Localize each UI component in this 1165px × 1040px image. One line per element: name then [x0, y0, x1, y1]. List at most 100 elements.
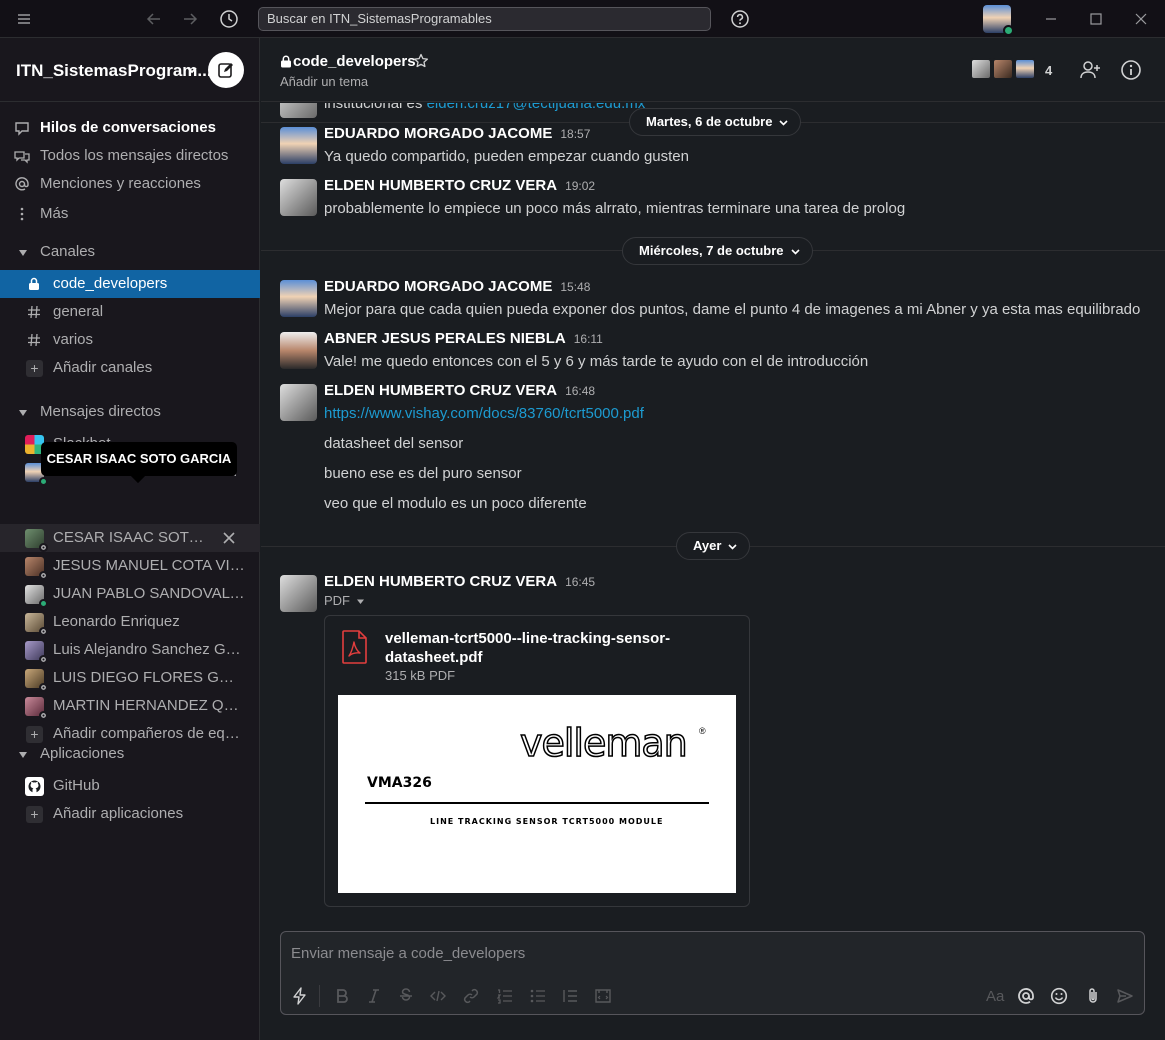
- channel-general[interactable]: general: [0, 298, 260, 326]
- avatar[interactable]: [280, 332, 317, 369]
- avatar[interactable]: [280, 179, 317, 216]
- dm-luis-alejandro[interactable]: Luis Alejandro Sanchez Gallardo: [0, 636, 260, 664]
- file-preview[interactable]: velleman ® VMA326 LINE TRACKING SENSOR T…: [338, 695, 736, 893]
- italic-icon[interactable]: [365, 987, 383, 1005]
- workspace-name[interactable]: ITN_SistemasProgram...: [16, 61, 212, 81]
- message-sender[interactable]: ELDEN HUMBERTO CRUZ VERA 16:45: [324, 573, 595, 590]
- message-link[interactable]: https://www.vishay.com/docs/83760/tcrt50…: [324, 405, 644, 422]
- forward-arrow-icon[interactable]: [180, 9, 200, 29]
- avatar[interactable]: [280, 575, 317, 612]
- dm-section-header[interactable]: Mensajes directos: [0, 398, 260, 426]
- dm-jesus[interactable]: JESUS MANUEL COTA VILLA: [0, 552, 260, 580]
- nav-mentions[interactable]: Menciones y reacciones: [0, 170, 260, 198]
- avatar[interactable]: [280, 103, 317, 118]
- code-icon[interactable]: [429, 987, 447, 1005]
- bold-icon[interactable]: [333, 987, 351, 1005]
- chevron-down-icon[interactable]: [186, 64, 198, 76]
- message-sender[interactable]: ABNER JESUS PERALES NIEBLA 16:11: [324, 330, 603, 347]
- dm-juan-pablo[interactable]: JUAN PABLO SANDOVAL ROJAS: [0, 580, 260, 608]
- close-icon[interactable]: [222, 531, 236, 545]
- lightning-icon[interactable]: [291, 987, 309, 1005]
- add-channels-button[interactable]: + Añadir canales: [0, 354, 260, 382]
- message-time[interactable]: 16:11: [574, 332, 603, 346]
- dm-martin[interactable]: MARTIN HERNANDEZ QUINTERO: [0, 692, 260, 720]
- message-sender[interactable]: EDUARDO MORGADO JACOME 18:57: [324, 125, 590, 142]
- member-count[interactable]: 4: [1045, 63, 1052, 78]
- avatar[interactable]: [280, 127, 317, 164]
- info-icon[interactable]: [1120, 59, 1142, 81]
- file-type-label: PDF: [324, 593, 350, 608]
- date-pill[interactable]: Miércoles, 7 de octubre: [622, 237, 813, 265]
- sender-name[interactable]: EDUARDO MORGADO JACOME: [324, 278, 552, 295]
- member-avatar[interactable]: [992, 58, 1014, 80]
- workspace-header[interactable]: ITN_SistemasProgram...: [0, 38, 260, 102]
- emoji-icon[interactable]: [1050, 987, 1068, 1005]
- format-toggle[interactable]: Aa: [986, 988, 1004, 1005]
- apps-section-header[interactable]: Aplicaciones: [0, 740, 260, 768]
- dm-leonardo[interactable]: Leonardo Enriquez: [0, 608, 260, 636]
- message-time[interactable]: 18:57: [560, 127, 590, 141]
- message-sender[interactable]: ELDEN HUMBERTO CRUZ VERA 16:48: [324, 382, 595, 399]
- attachment-icon[interactable]: [1084, 987, 1102, 1005]
- app-github[interactable]: GitHub: [0, 772, 260, 800]
- message-list[interactable]: institucional es elden.cruz17@tectijuana…: [261, 103, 1165, 920]
- menu-icon[interactable]: [14, 9, 34, 29]
- channel-title[interactable]: code_developers: [293, 53, 416, 70]
- email-link[interactable]: elden.cruz17@tectijuana.edu.mx: [427, 103, 646, 112]
- minimize-icon[interactable]: [1042, 10, 1060, 28]
- message-time[interactable]: 19:02: [565, 179, 595, 193]
- add-apps-button[interactable]: + Añadir aplicaciones: [0, 800, 260, 828]
- caret-down-icon[interactable]: [18, 408, 28, 418]
- compose-button[interactable]: [208, 52, 244, 88]
- member-avatar[interactable]: [970, 58, 992, 80]
- mention-icon[interactable]: [1017, 987, 1035, 1005]
- message-sender[interactable]: ELDEN HUMBERTO CRUZ VERA 19:02: [324, 177, 595, 194]
- sender-name[interactable]: ABNER JESUS PERALES NIEBLA: [324, 330, 566, 347]
- dm-label: MARTIN HERNANDEZ QUINTERO: [53, 697, 245, 714]
- channel-varios[interactable]: varios: [0, 326, 260, 354]
- search-bar[interactable]: Buscar en ITN_SistemasProgramables: [258, 7, 711, 31]
- message-sender[interactable]: EDUARDO MORGADO JACOME 15:48: [324, 278, 590, 295]
- caret-down-icon[interactable]: [18, 750, 28, 760]
- send-icon[interactable]: [1116, 987, 1134, 1005]
- sender-name[interactable]: ELDEN HUMBERTO CRUZ VERA: [324, 382, 557, 399]
- caret-down-icon[interactable]: [18, 248, 28, 258]
- dm-cesar[interactable]: CESAR ISAAC SOTO G...: [0, 524, 260, 552]
- channel-code-developers[interactable]: code_developers: [0, 270, 260, 298]
- user-avatar[interactable]: [983, 5, 1014, 36]
- sender-name[interactable]: EDUARDO MORGADO JACOME: [324, 125, 552, 142]
- strikethrough-icon[interactable]: [397, 987, 415, 1005]
- sender-name[interactable]: ELDEN HUMBERTO CRUZ VERA: [324, 177, 557, 194]
- channels-section-header[interactable]: Canales: [0, 238, 260, 266]
- star-icon[interactable]: [413, 53, 429, 69]
- date-pill[interactable]: Martes, 6 de octubre: [629, 108, 802, 136]
- member-avatar[interactable]: [1014, 58, 1036, 80]
- dm-luis-diego[interactable]: LUIS DIEGO FLORES GONZALEZ: [0, 664, 260, 692]
- bullet-list-icon[interactable]: [529, 987, 547, 1005]
- file-name[interactable]: velleman-tcrt5000--line-tracking-sensor-…: [385, 629, 735, 667]
- nav-all-dms[interactable]: Todos los mensajes directos: [0, 142, 260, 170]
- add-member-icon[interactable]: [1079, 59, 1101, 81]
- channel-topic[interactable]: Añadir un tema: [280, 74, 368, 89]
- sender-name[interactable]: ELDEN HUMBERTO CRUZ VERA: [324, 573, 557, 590]
- file-type-toggle[interactable]: PDF: [324, 593, 365, 608]
- back-arrow-icon[interactable]: [144, 9, 164, 29]
- numbered-list-icon[interactable]: [496, 987, 514, 1005]
- link-icon[interactable]: [462, 987, 480, 1005]
- maximize-icon[interactable]: [1087, 10, 1105, 28]
- message-time[interactable]: 16:45: [565, 575, 595, 589]
- date-pill[interactable]: Ayer: [676, 532, 751, 560]
- code-block-icon[interactable]: [594, 987, 612, 1005]
- message-time[interactable]: 16:48: [565, 384, 595, 398]
- nav-more[interactable]: Más: [0, 200, 260, 228]
- file-attachment[interactable]: velleman-tcrt5000--line-tracking-sensor-…: [324, 615, 750, 907]
- quote-icon[interactable]: [561, 987, 579, 1005]
- avatar[interactable]: [280, 384, 317, 421]
- nav-threads[interactable]: Hilos de conversaciones: [0, 114, 260, 142]
- history-clock-icon[interactable]: [219, 9, 239, 29]
- message-input[interactable]: [291, 942, 1131, 964]
- message-time[interactable]: 15:48: [560, 280, 590, 294]
- close-window-icon[interactable]: [1132, 10, 1150, 28]
- avatar[interactable]: [280, 280, 317, 317]
- help-icon[interactable]: [730, 9, 750, 29]
